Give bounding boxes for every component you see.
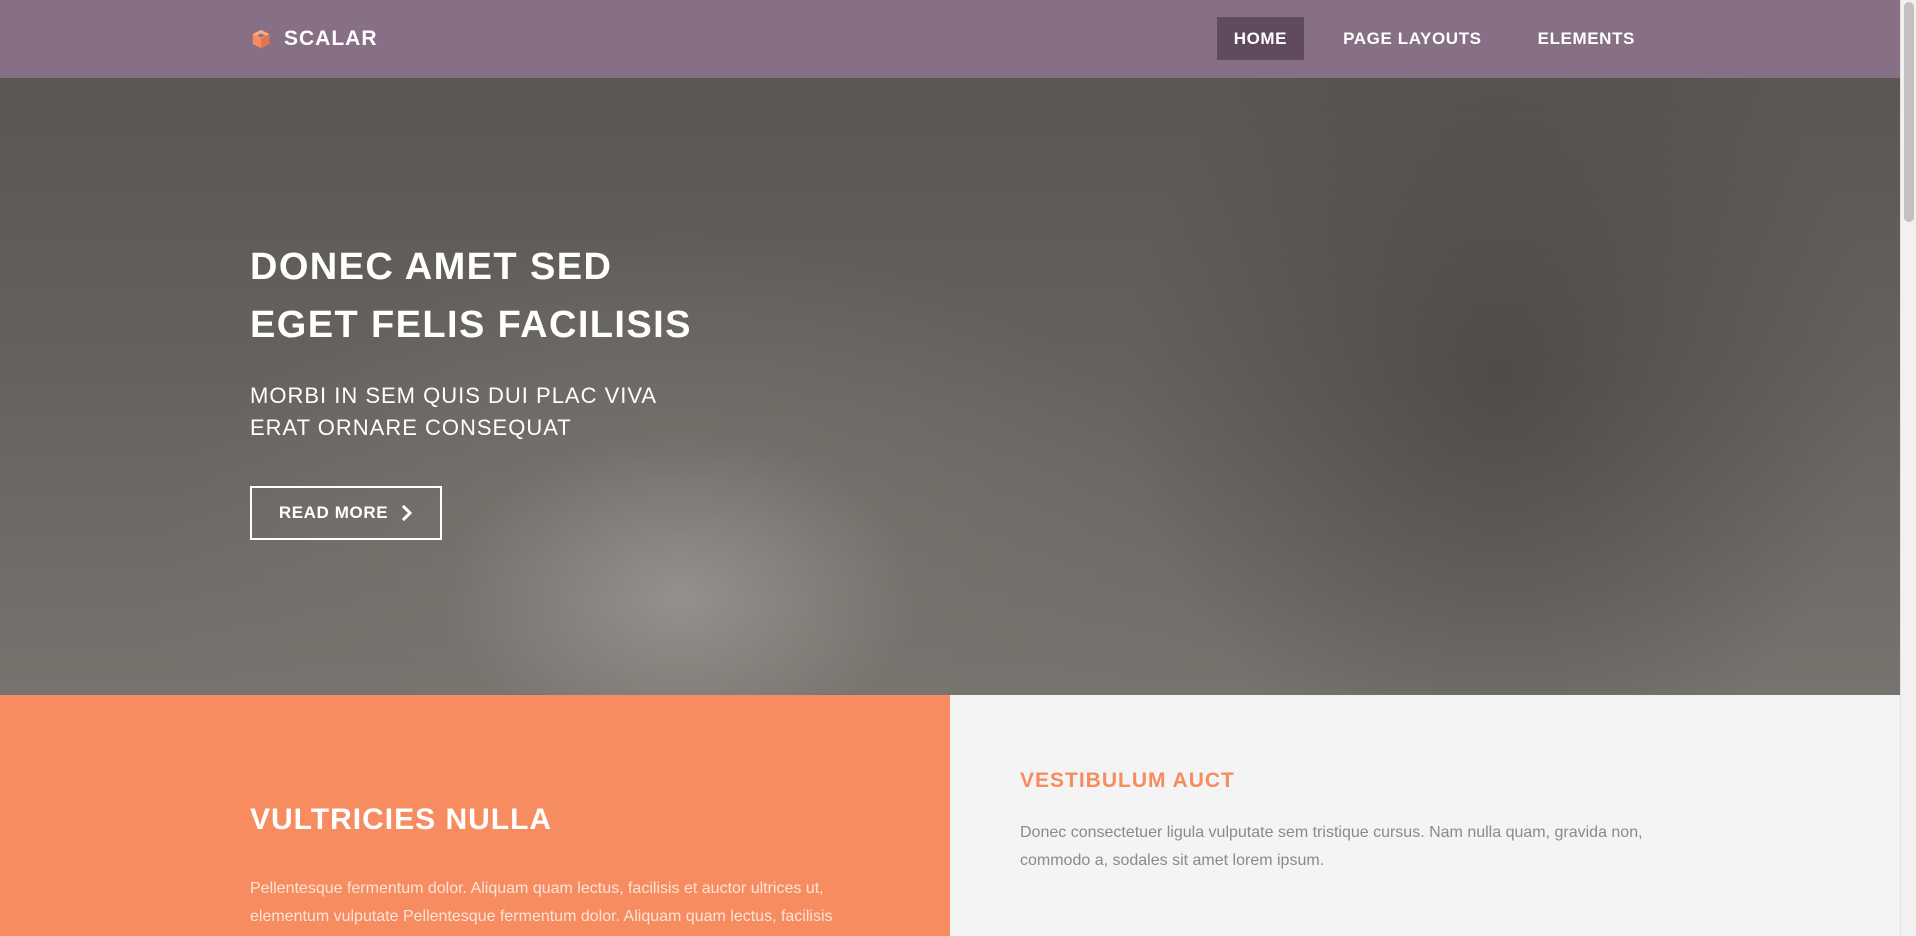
- nav-page-layouts[interactable]: PAGE LAYOUTS: [1326, 17, 1499, 60]
- site-header: SCALAR HOME PAGE LAYOUTS ELEMENTS: [0, 0, 1900, 78]
- nav-elements[interactable]: ELEMENTS: [1521, 17, 1652, 60]
- main-nav: HOME PAGE LAYOUTS ELEMENTS: [1195, 17, 1652, 60]
- left-section-title: VULTRICIES NULLA: [250, 803, 553, 836]
- hero-title-line1: DONEC AMET SED: [250, 246, 613, 288]
- feature-section-right: VESTIBULUM AUCT Donec consectetuer ligul…: [950, 695, 1900, 936]
- read-more-button[interactable]: READ MORE: [250, 486, 442, 540]
- nav-home[interactable]: HOME: [1216, 17, 1305, 60]
- hero-subtitle-line1: MORBI IN SEM QUIS DUI PLAC VIVA: [250, 383, 658, 408]
- read-more-label: READ MORE: [278, 503, 389, 522]
- left-section-text: Pellentesque fermentum dolor. Aliquam qu…: [250, 880, 833, 925]
- right-section-text: Donec consectetuer ligula vulputate sem …: [1020, 824, 1643, 869]
- page-scrollbar[interactable]: [1900, 0, 1916, 936]
- page: SCALAR HOME PAGE LAYOUTS ELEMENTS DONEC …: [0, 0, 1900, 936]
- hero-title: DONEC AMET SED EGET FELIS FACILISIS: [250, 238, 692, 354]
- hero-title-line2: EGET FELIS FACILISIS: [250, 304, 692, 346]
- hero-banner: DONEC AMET SED EGET FELIS FACILISIS MORB…: [0, 78, 1900, 695]
- brand-name: SCALAR: [284, 27, 378, 50]
- right-section-title: VESTIBULUM AUCT: [1020, 769, 1235, 792]
- hero-subtitle: MORBI IN SEM QUIS DUI PLAC VIVA ERAT ORN…: [250, 380, 657, 444]
- chevron-right-icon: [402, 505, 413, 521]
- hero-subtitle-line2: ERAT ORNARE CONSEQUAT: [250, 415, 572, 440]
- feature-section-left: VULTRICIES NULLA Pellentesque fermentum …: [0, 695, 950, 936]
- cube-icon: [252, 29, 270, 49]
- brand-logo[interactable]: SCALAR: [250, 27, 378, 51]
- scrollbar-thumb[interactable]: [1904, 2, 1914, 222]
